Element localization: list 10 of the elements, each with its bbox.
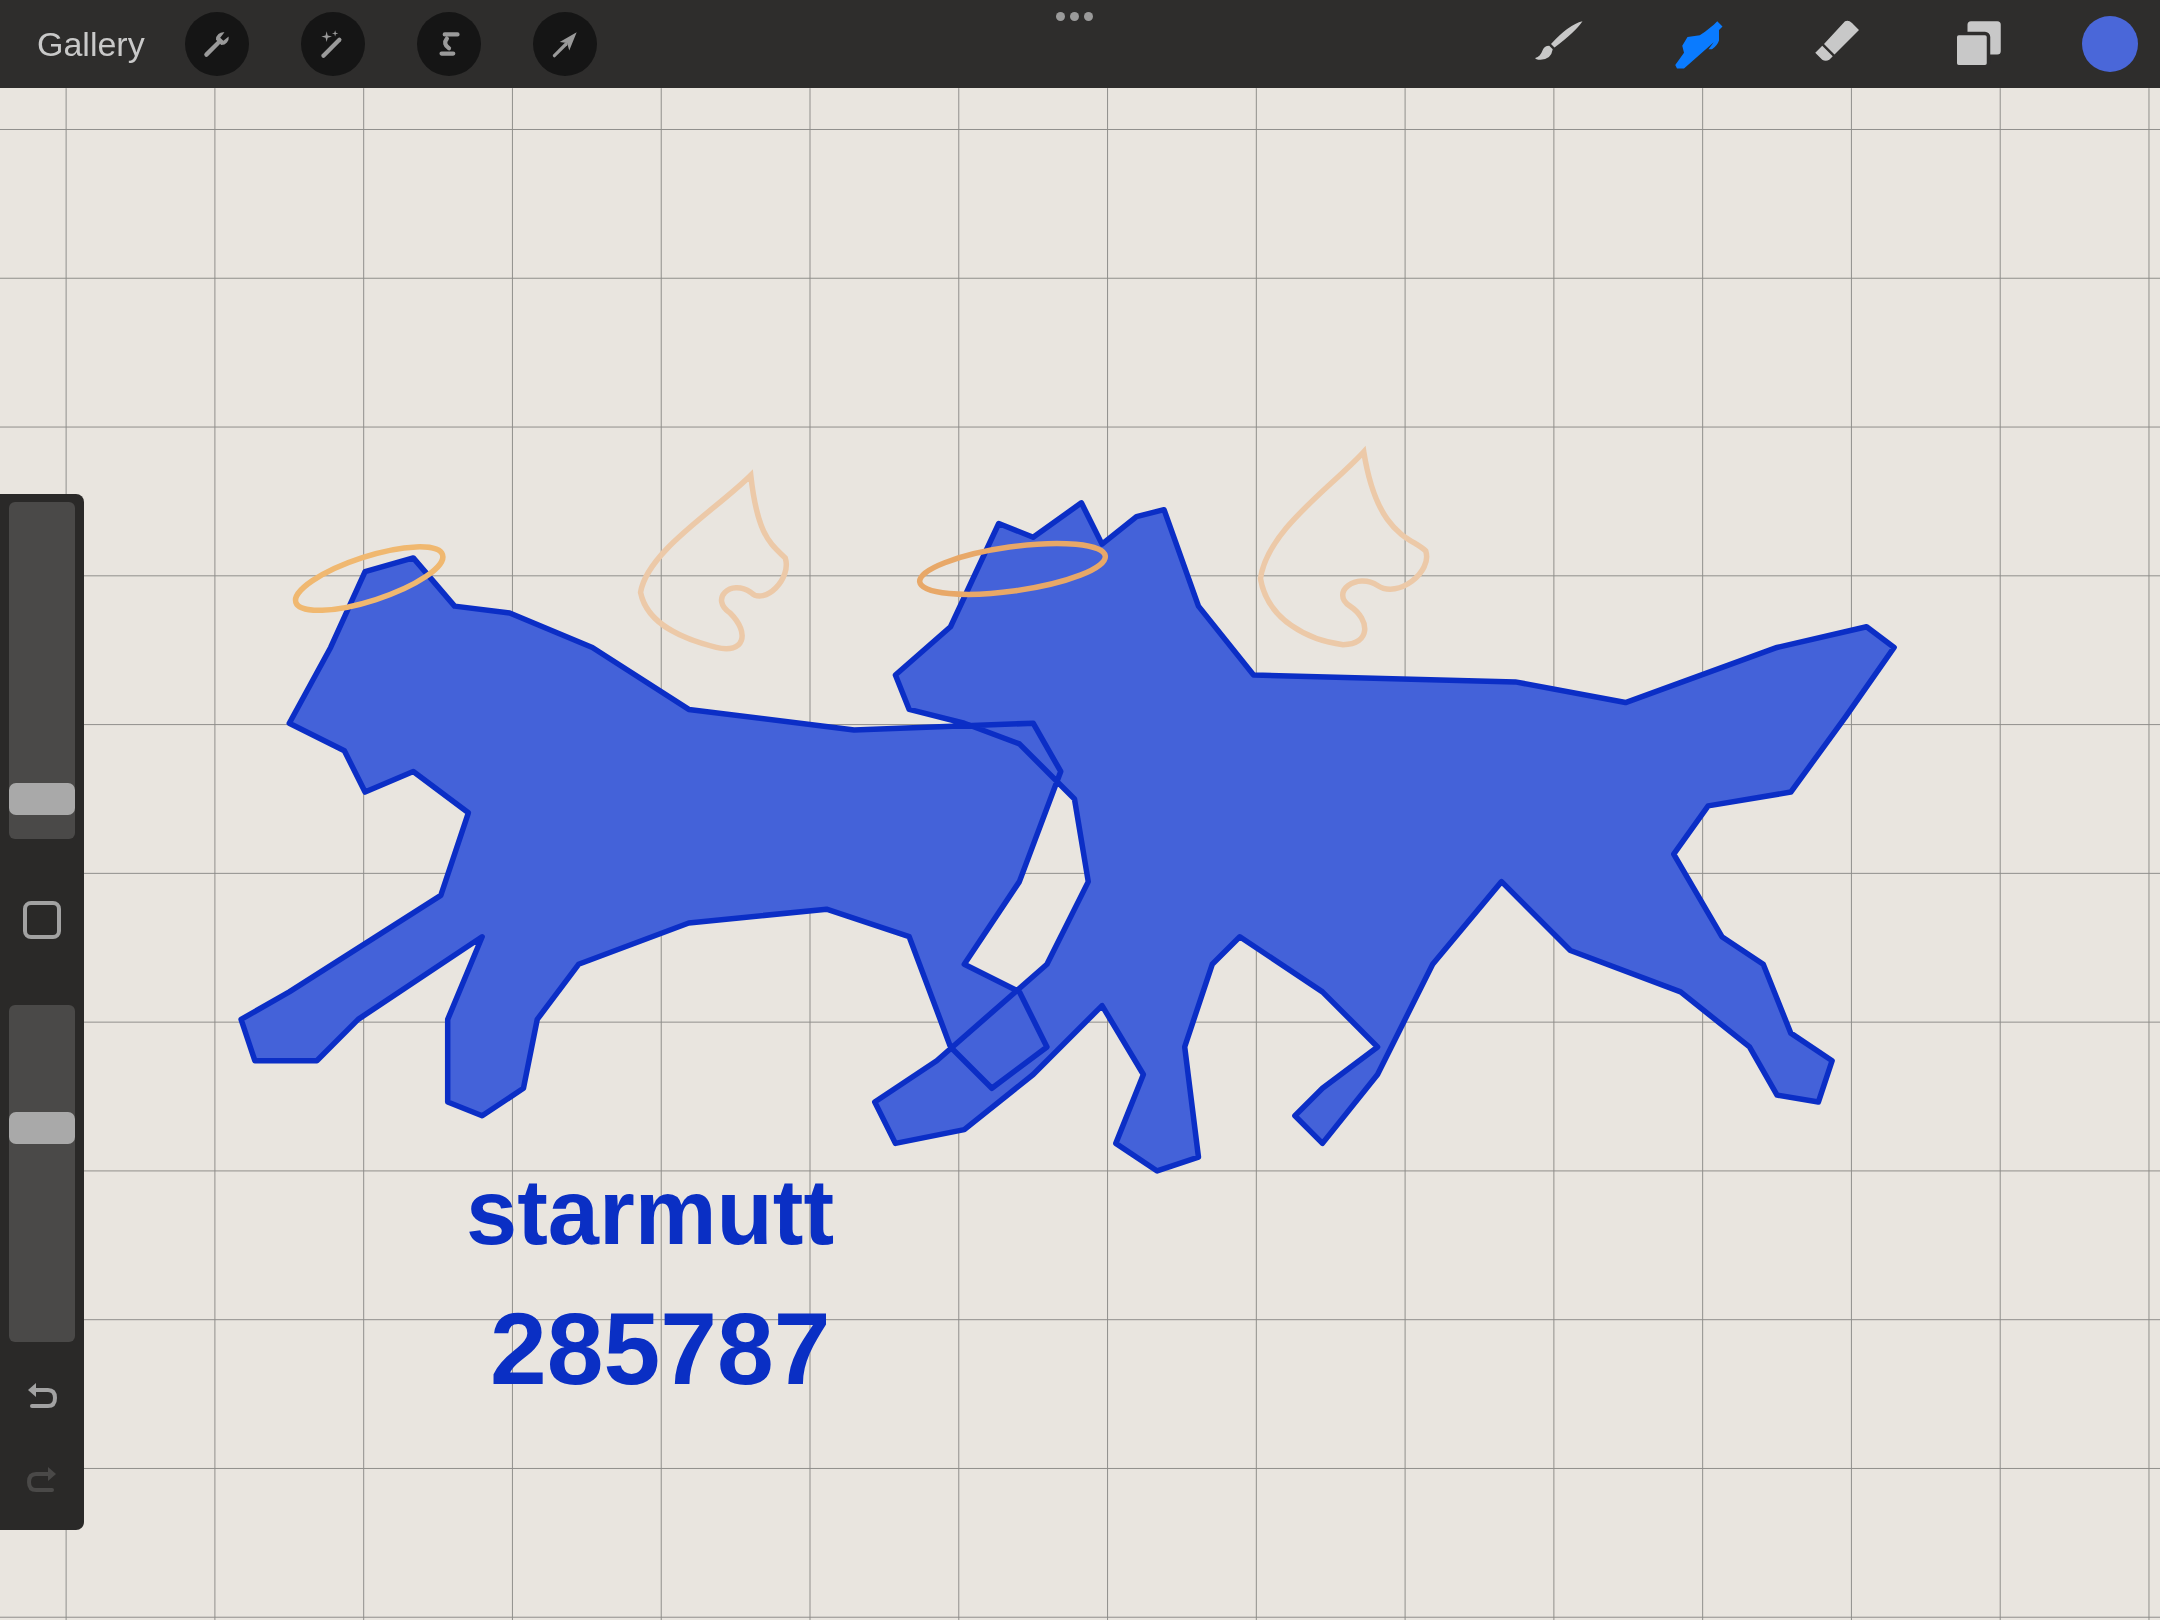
slider-thumb[interactable]	[9, 1111, 75, 1144]
more-dots-icon[interactable]	[1056, 12, 1093, 21]
opacity-slider[interactable]	[9, 1005, 75, 1342]
brush-size-slider[interactable]	[9, 502, 75, 839]
canvas-text: starmutt	[466, 1166, 835, 1258]
canvas-text: 285787	[490, 1298, 831, 1400]
slider-thumb[interactable]	[9, 782, 75, 815]
modify-button[interactable]	[23, 901, 61, 939]
gallery-button[interactable]: Gallery	[37, 18, 145, 70]
color-picker-button[interactable]	[2082, 16, 2138, 72]
